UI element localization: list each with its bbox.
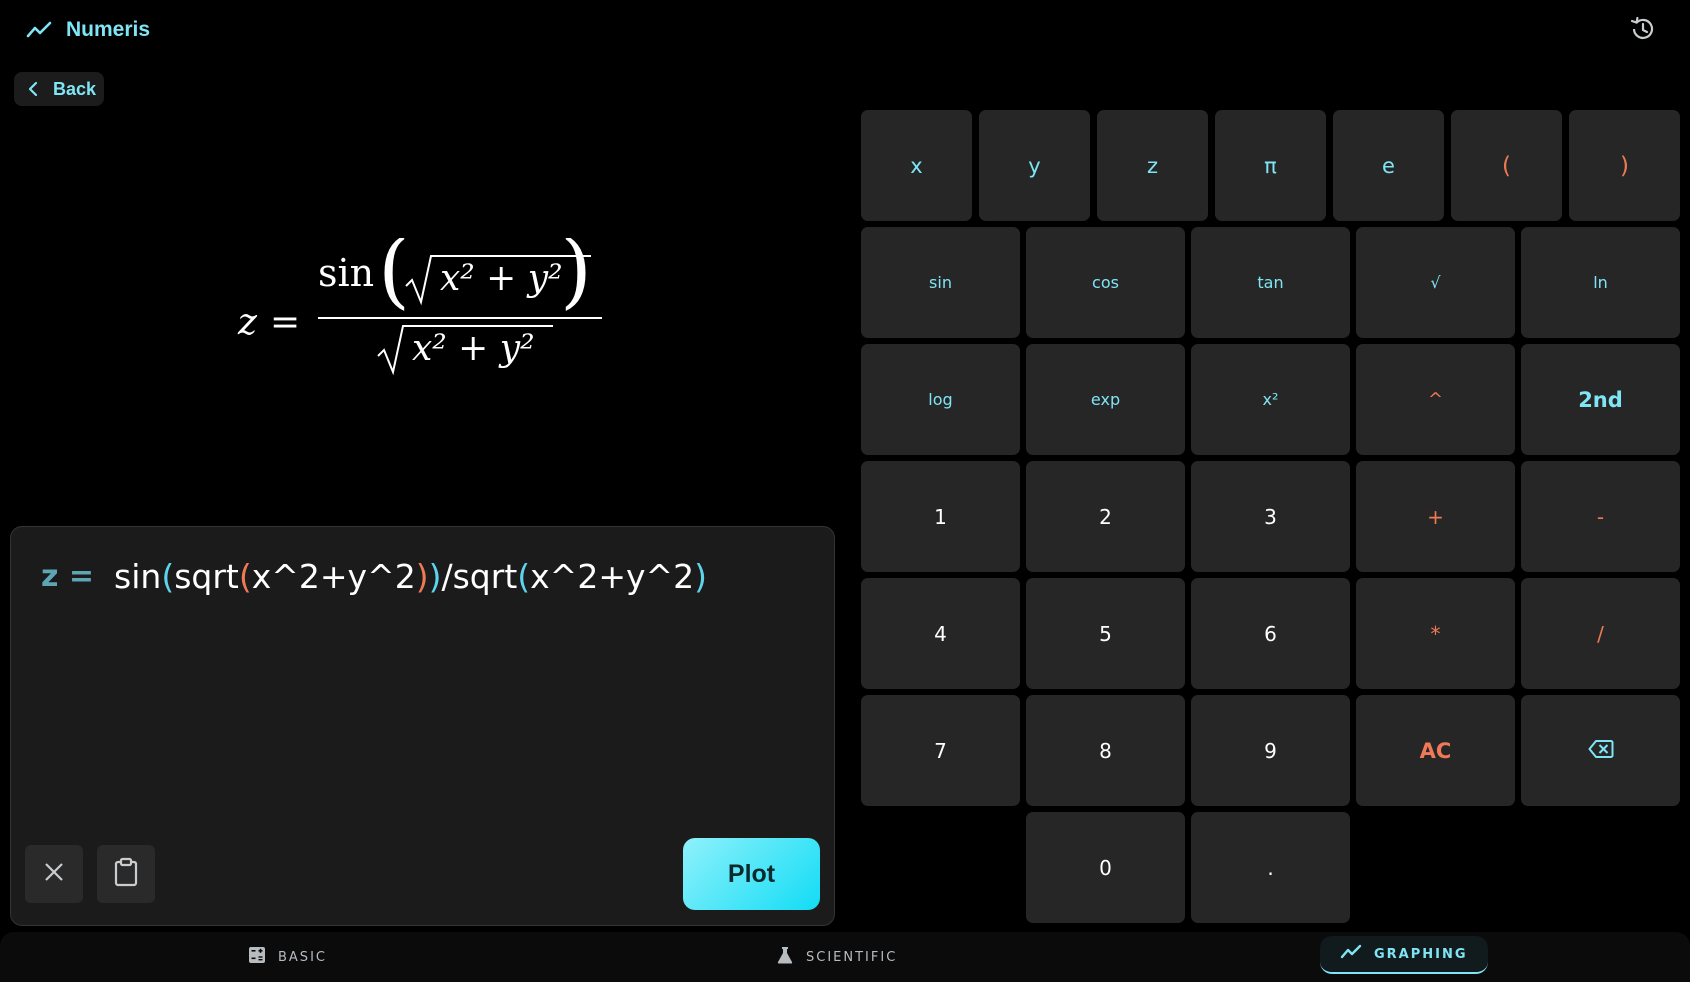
history-button[interactable] (1624, 14, 1660, 48)
key-2[interactable]: 2 (1026, 461, 1185, 572)
key-e[interactable]: e (1333, 110, 1444, 221)
back-label: Back (53, 78, 97, 99)
formula-lhs: z (237, 302, 258, 343)
expression-lhs: z = (41, 558, 95, 594)
key-9[interactable]: 9 (1191, 695, 1350, 806)
chevron-left-icon (26, 81, 42, 97)
key-square[interactable]: x² (1191, 344, 1350, 455)
nav-graphing[interactable]: GRAPHING (1320, 936, 1488, 974)
key-all-clear[interactable]: AC (1356, 695, 1515, 806)
app-brand: Numeris (26, 14, 150, 46)
formula-radicand-bottom: x² + y² (412, 328, 535, 369)
key-6[interactable]: 6 (1191, 578, 1350, 689)
key-multiply[interactable]: * (1356, 578, 1515, 689)
trend-line-icon (26, 17, 52, 43)
key-pi[interactable]: π (1215, 110, 1326, 221)
key-minus[interactable]: - (1521, 461, 1680, 572)
key-x[interactable]: x (861, 110, 972, 221)
back-button[interactable]: Back (14, 72, 104, 106)
key-log[interactable]: log (861, 344, 1020, 455)
key-backspace[interactable] (1521, 695, 1680, 806)
close-icon (43, 861, 65, 888)
key-ln[interactable]: ln (1521, 227, 1680, 338)
key-exp[interactable]: exp (1026, 344, 1185, 455)
key-2nd[interactable]: 2nd (1521, 344, 1680, 455)
key-cos[interactable]: cos (1026, 227, 1185, 338)
calculator-icon (248, 946, 266, 969)
key-z[interactable]: z (1097, 110, 1208, 221)
nav-scientific-label: SCIENTIFIC (806, 949, 898, 965)
plot-button[interactable]: Plot (683, 838, 820, 910)
key-4[interactable]: 4 (861, 578, 1020, 689)
paste-button[interactable] (97, 845, 155, 903)
app-title: Numeris (66, 18, 151, 41)
key-y[interactable]: y (979, 110, 1090, 221)
backspace-icon (1588, 739, 1614, 763)
key-3[interactable]: 3 (1191, 461, 1350, 572)
formula-numerator-fn: sin (318, 251, 374, 295)
key-open-paren[interactable]: ( (1451, 110, 1562, 221)
bottom-nav: BASIC SCIENTIFIC GRAPHING (0, 932, 1690, 982)
expression-row[interactable]: z = sin(sqrt(x^2+y^2))/sqrt(x^2+y^2) (41, 553, 707, 599)
rendered-formula: z = sin ( x² + y² ) x² + y² (230, 223, 610, 388)
flask-icon (776, 946, 794, 969)
history-icon (1628, 15, 1656, 48)
key-tan[interactable]: tan (1191, 227, 1350, 338)
nav-basic[interactable]: BASIC (248, 942, 327, 972)
svg-text:): ) (560, 238, 592, 318)
key-close-paren[interactable]: ) (1569, 110, 1680, 221)
formula-equals: = (270, 302, 300, 343)
key-1[interactable]: 1 (861, 461, 1020, 572)
nav-basic-label: BASIC (278, 949, 327, 965)
key-plus[interactable]: + (1356, 461, 1515, 572)
expression-input[interactable]: sin(sqrt(x^2+y^2))/sqrt(x^2+y^2) (114, 557, 707, 596)
key-sqrt[interactable]: √ (1356, 227, 1515, 338)
key-decimal[interactable]: . (1191, 812, 1350, 923)
expression-editor[interactable]: z = sin(sqrt(x^2+y^2))/sqrt(x^2+y^2) Plo… (10, 526, 835, 926)
key-0[interactable]: 0 (1026, 812, 1185, 923)
key-8[interactable]: 8 (1026, 695, 1185, 806)
clipboard-icon (113, 857, 139, 892)
clear-expression-button[interactable] (25, 845, 83, 903)
nav-graphing-label: GRAPHING (1374, 946, 1468, 962)
key-5[interactable]: 5 (1026, 578, 1185, 689)
key-divide[interactable]: / (1521, 578, 1680, 689)
trend-line-icon (1340, 943, 1362, 966)
key-sin[interactable]: sin (861, 227, 1020, 338)
top-bar: Numeris (0, 0, 1690, 62)
key-7[interactable]: 7 (861, 695, 1020, 806)
key-power[interactable]: ^ (1356, 344, 1515, 455)
formula-radicand-top: x² + y² (440, 258, 563, 299)
svg-text:(: ( (378, 238, 410, 318)
nav-scientific[interactable]: SCIENTIFIC (776, 942, 897, 972)
